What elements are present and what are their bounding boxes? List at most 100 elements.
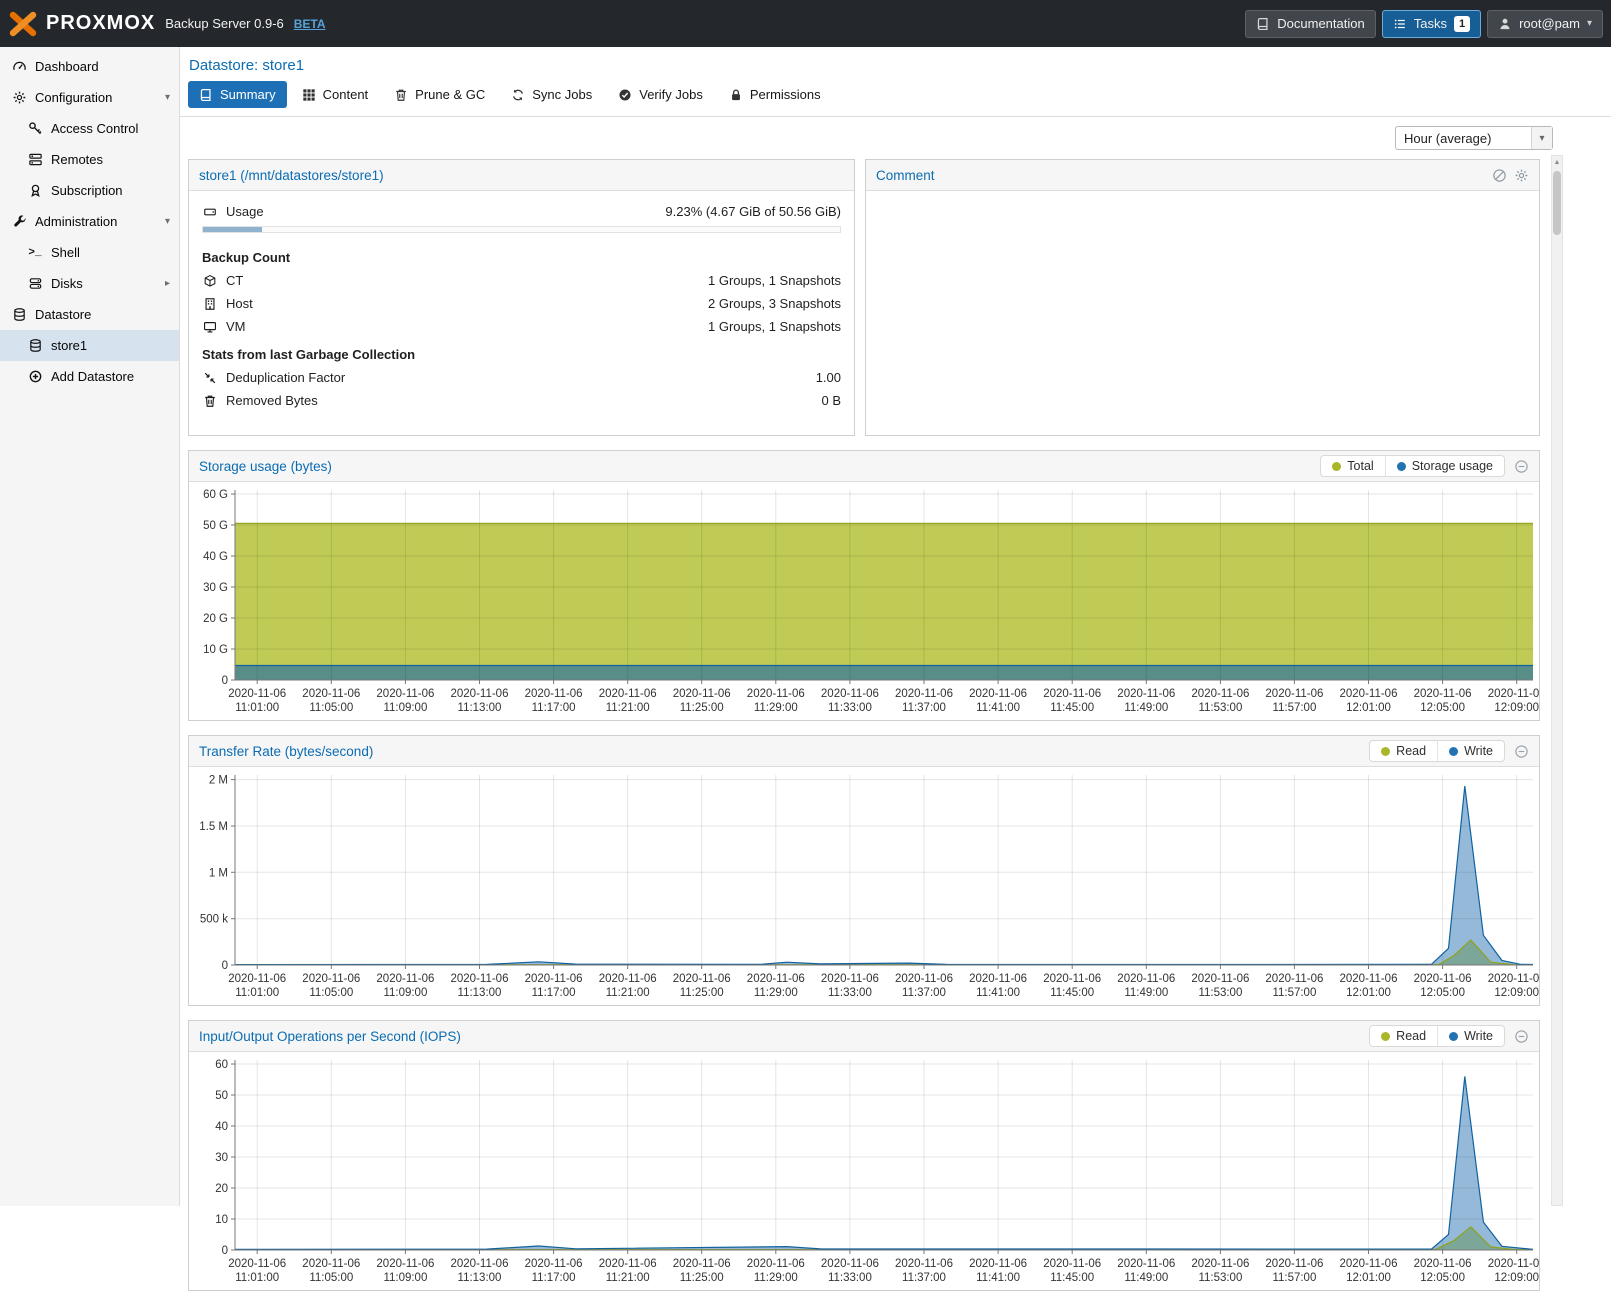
svg-text:2020-11-06: 2020-11-06 bbox=[302, 1258, 360, 1270]
svg-text:20 G: 20 G bbox=[203, 613, 228, 625]
svg-text:2020-11-06: 2020-11-06 bbox=[1265, 973, 1323, 985]
collapse-icon[interactable] bbox=[1514, 1029, 1529, 1044]
svg-text:11:53:00: 11:53:00 bbox=[1198, 987, 1242, 999]
scrollbar-thumb[interactable] bbox=[1553, 171, 1561, 235]
collapse-icon[interactable] bbox=[1514, 459, 1529, 474]
iops-chart-panel: Input/Output Operations per Second (IOPS… bbox=[188, 1020, 1540, 1291]
scroll-up-arrow[interactable]: ▲ bbox=[1552, 156, 1562, 169]
legend-item-write[interactable]: Write bbox=[1437, 741, 1504, 761]
legend-item-total[interactable]: Total bbox=[1321, 456, 1384, 476]
svg-text:11:25:00: 11:25:00 bbox=[680, 987, 724, 999]
sidebar-item-access-control[interactable]: Access Control bbox=[0, 113, 179, 144]
svg-text:11:45:00: 11:45:00 bbox=[1050, 987, 1094, 999]
chart-title: Transfer Rate (bytes/second) bbox=[199, 744, 373, 759]
legend-dot bbox=[1449, 747, 1458, 756]
documentation-button[interactable]: Documentation bbox=[1245, 10, 1375, 38]
main-area: Datastore: store1 Summary Content Prune … bbox=[180, 47, 1611, 1206]
gauge-icon bbox=[11, 59, 27, 74]
sidebar-item-store1[interactable]: store1 bbox=[0, 330, 179, 361]
comment-content[interactable] bbox=[866, 191, 1539, 435]
svg-text:11:13:00: 11:13:00 bbox=[458, 987, 502, 999]
tab-sync-jobs[interactable]: Sync Jobs bbox=[500, 81, 603, 108]
svg-text:11:09:00: 11:09:00 bbox=[383, 987, 427, 999]
svg-text:2020-11-06: 2020-11-06 bbox=[747, 973, 805, 985]
vm-value: 1 Groups, 1 Snapshots bbox=[708, 319, 841, 334]
timeframe-select[interactable]: Hour (average) ▾ bbox=[1395, 126, 1553, 150]
building-icon bbox=[202, 297, 218, 311]
svg-text:2020-11-06: 2020-11-06 bbox=[1043, 688, 1101, 700]
legend-item-write[interactable]: Write bbox=[1437, 1026, 1504, 1046]
legend-item-read[interactable]: Read bbox=[1370, 1026, 1437, 1046]
sidebar: Dashboard Configuration ▾ Access Control… bbox=[0, 47, 180, 1206]
vm-row: VM 1 Groups, 1 Snapshots bbox=[202, 315, 841, 338]
legend-item-read[interactable]: Read bbox=[1370, 741, 1437, 761]
svg-text:11:57:00: 11:57:00 bbox=[1272, 987, 1316, 999]
svg-text:40: 40 bbox=[215, 1121, 228, 1133]
tab-prune-gc[interactable]: Prune & GC bbox=[383, 81, 496, 108]
svg-text:11:13:00: 11:13:00 bbox=[458, 702, 502, 714]
chevron-down-icon[interactable]: ▾ bbox=[165, 216, 170, 227]
panel-title: store1 (/mnt/datastores/store1) bbox=[199, 168, 384, 183]
svg-text:2020-11-06: 2020-11-06 bbox=[228, 1258, 286, 1270]
backup-count-title: Backup Count bbox=[202, 241, 841, 269]
lock-icon bbox=[729, 88, 743, 102]
vertical-scrollbar[interactable]: ▲ bbox=[1551, 155, 1563, 1206]
chevron-right-icon[interactable]: ▸ bbox=[165, 278, 170, 289]
legend-dot bbox=[1332, 462, 1341, 471]
usage-value: 9.23% (4.67 GiB of 50.56 GiB) bbox=[665, 204, 841, 219]
user-label: root@pam bbox=[1519, 16, 1580, 31]
svg-text:2 M: 2 M bbox=[209, 775, 228, 787]
svg-text:2020-11-06: 2020-11-06 bbox=[451, 973, 509, 985]
server-icon bbox=[27, 152, 43, 167]
sidebar-item-subscription[interactable]: Subscription bbox=[0, 175, 179, 206]
key-icon bbox=[27, 121, 43, 136]
tab-content[interactable]: Content bbox=[291, 81, 380, 108]
sidebar-item-datastore[interactable]: Datastore bbox=[0, 299, 179, 330]
svg-text:11:21:00: 11:21:00 bbox=[606, 702, 650, 714]
svg-text:11:05:00: 11:05:00 bbox=[309, 987, 353, 999]
usage-progress-bar bbox=[202, 226, 841, 233]
collapse-icon[interactable] bbox=[1514, 744, 1529, 759]
svg-text:12:05:00: 12:05:00 bbox=[1420, 987, 1465, 999]
sidebar-item-shell[interactable]: >_ Shell bbox=[0, 237, 179, 268]
tab-summary[interactable]: Summary bbox=[188, 81, 287, 108]
gc-stats-title: Stats from last Garbage Collection bbox=[202, 338, 841, 366]
sidebar-item-configuration[interactable]: Configuration ▾ bbox=[0, 82, 179, 113]
svg-text:2020-11-06: 2020-11-06 bbox=[969, 1258, 1027, 1270]
svg-text:2020-11-06: 2020-11-06 bbox=[376, 973, 434, 985]
sidebar-item-dashboard[interactable]: Dashboard bbox=[0, 51, 179, 82]
tasks-button[interactable]: Tasks 1 bbox=[1382, 10, 1481, 38]
circle-slash-icon[interactable] bbox=[1492, 168, 1507, 183]
svg-text:2020-11-06: 2020-11-06 bbox=[895, 1258, 953, 1270]
svg-text:2020-11-06: 2020-11-06 bbox=[747, 688, 805, 700]
svg-text:2020-11-06: 2020-11-06 bbox=[969, 688, 1027, 700]
gear-icon[interactable] bbox=[1514, 168, 1529, 183]
tab-permissions[interactable]: Permissions bbox=[718, 81, 832, 108]
hdd-icon bbox=[202, 205, 218, 219]
svg-text:11:37:00: 11:37:00 bbox=[902, 702, 946, 714]
sidebar-item-add-datastore[interactable]: Add Datastore bbox=[0, 361, 179, 392]
user-menu-button[interactable]: root@pam ▾ bbox=[1487, 10, 1603, 38]
svg-text:2020-11-06: 2020-11-06 bbox=[599, 688, 657, 700]
grid-icon bbox=[302, 88, 316, 102]
transfer-rate-chart: 2 M1.5 M1 M500 k02020-11-0611:01:002020-… bbox=[189, 767, 1539, 1005]
sidebar-item-disks[interactable]: Disks ▸ bbox=[0, 268, 179, 299]
svg-text:11:33:00: 11:33:00 bbox=[828, 987, 872, 999]
beta-link[interactable]: BETA bbox=[294, 17, 326, 31]
chevron-down-icon[interactable]: ▾ bbox=[165, 92, 170, 103]
svg-text:10: 10 bbox=[215, 1214, 228, 1226]
sidebar-item-administration[interactable]: Administration ▾ bbox=[0, 206, 179, 237]
svg-text:11:01:00: 11:01:00 bbox=[235, 702, 279, 714]
svg-text:11:53:00: 11:53:00 bbox=[1198, 702, 1242, 714]
svg-text:2020-11-06: 2020-11-06 bbox=[376, 688, 434, 700]
svg-text:2020-11-06: 2020-11-06 bbox=[895, 973, 953, 985]
removed-bytes-label: Removed Bytes bbox=[226, 393, 318, 408]
tab-verify-jobs[interactable]: Verify Jobs bbox=[607, 81, 714, 108]
chevron-down-icon[interactable]: ▾ bbox=[1531, 127, 1552, 149]
svg-text:60: 60 bbox=[215, 1059, 228, 1071]
sidebar-item-remotes[interactable]: Remotes bbox=[0, 144, 179, 175]
svg-text:12:01:00: 12:01:00 bbox=[1346, 987, 1391, 999]
legend-item-storage-usage[interactable]: Storage usage bbox=[1385, 456, 1504, 476]
svg-text:2020-11-06: 2020-11-06 bbox=[1488, 1258, 1539, 1270]
svg-text:2020-11-06: 2020-11-06 bbox=[451, 1258, 509, 1270]
